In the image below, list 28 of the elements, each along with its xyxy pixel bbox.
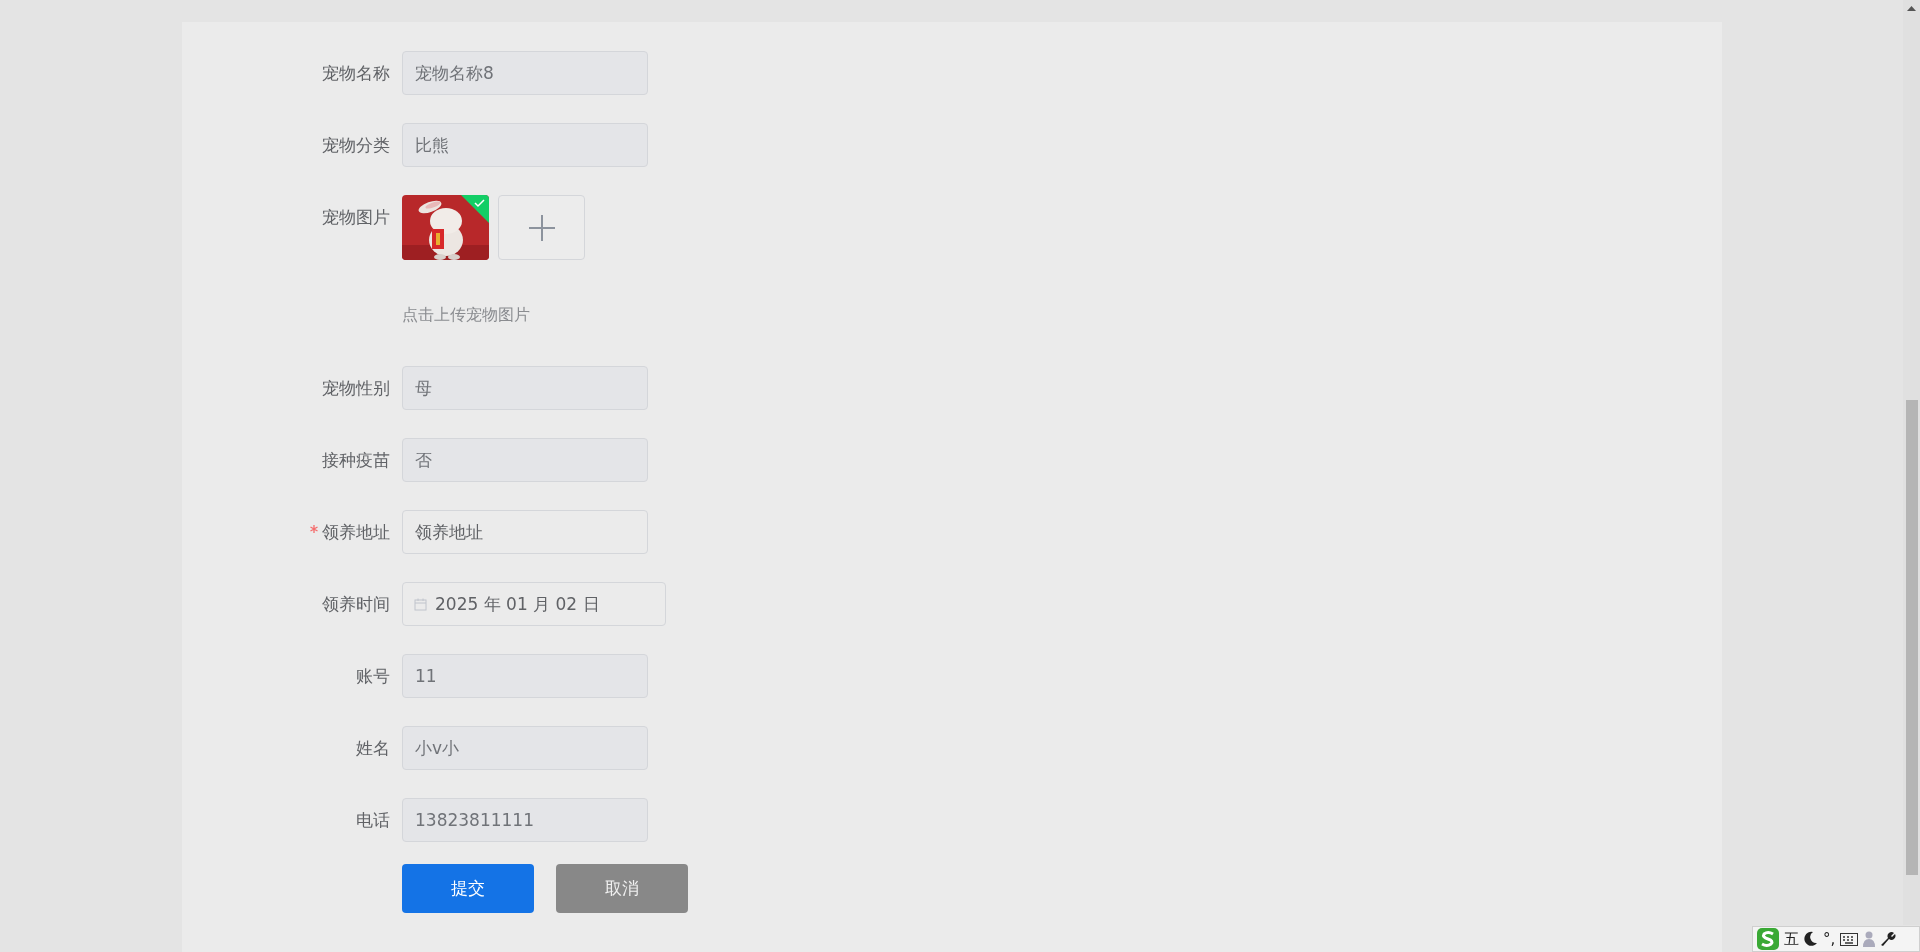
field-label: 姓名 — [356, 737, 390, 760]
field-label: 宠物性别 — [322, 377, 390, 400]
text-field[interactable]: 领养地址 — [402, 510, 648, 554]
field-label: 领养地址 — [322, 521, 390, 544]
scroll-up-icon[interactable] — [1907, 6, 1916, 11]
wrench-icon[interactable] — [1880, 931, 1897, 947]
scrollbar-thumb[interactable] — [1906, 400, 1918, 875]
field-label: 宠物名称 — [322, 62, 390, 85]
calendar-icon — [414, 597, 427, 611]
field-label: 宠物图片 — [322, 206, 390, 229]
input-mode-text[interactable]: 五 — [1784, 930, 1799, 948]
keyboard-icon[interactable] — [1840, 932, 1859, 946]
field-label: 电话 — [356, 809, 390, 832]
date-value: 2025 年 01 月 02 日 — [435, 592, 600, 616]
field-label: 接种疫苗 — [322, 449, 390, 472]
field-label: 领养时间 — [322, 593, 390, 616]
scrollbar[interactable] — [1903, 0, 1920, 925]
date-field[interactable]: 2025 年 01 月 02 日 — [402, 582, 666, 626]
field-label: 账号 — [356, 665, 390, 688]
submit-button[interactable]: 提交 — [402, 864, 534, 913]
field-label: 宠物分类 — [322, 134, 390, 157]
upload-hint: 点击上传宠物图片 — [402, 305, 531, 325]
person-icon[interactable] — [1863, 931, 1876, 947]
cancel-button[interactable]: 取消 — [556, 864, 688, 913]
moon-icon[interactable] — [1804, 931, 1818, 947]
punctuation-text[interactable]: °, — [1823, 930, 1836, 948]
s-logo-icon[interactable] — [1757, 928, 1779, 950]
plus-icon — [528, 214, 555, 241]
